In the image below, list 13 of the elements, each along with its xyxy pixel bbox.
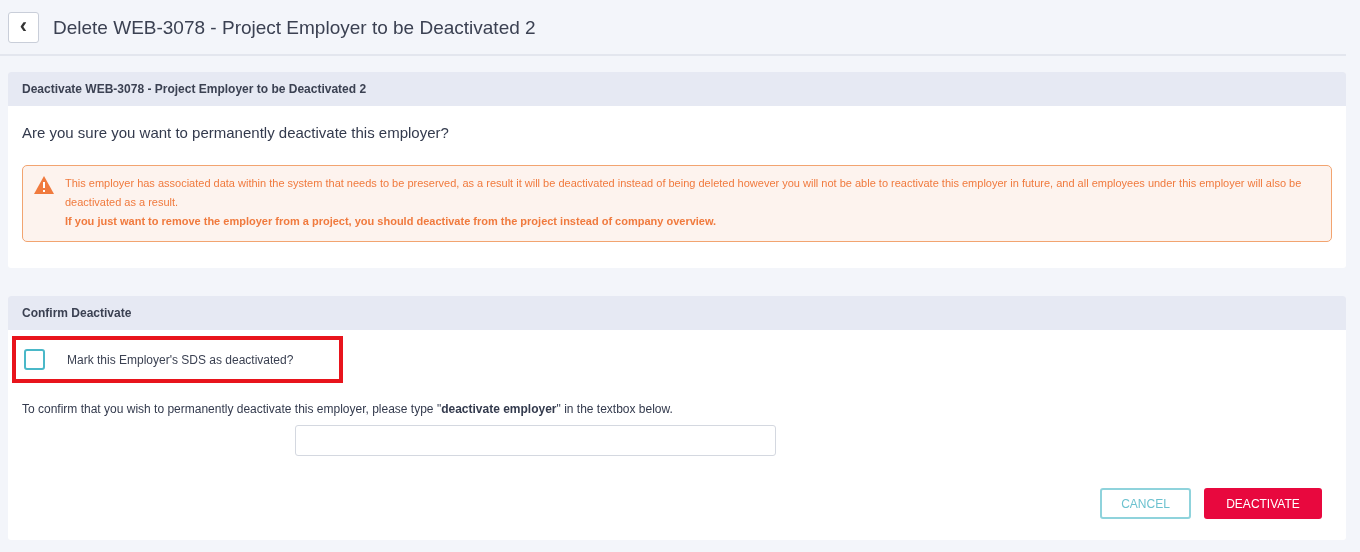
checkbox-label: Mark this Employer's SDS as deactivated? — [67, 352, 294, 367]
instruction-text: To confirm that you wish to permanently deactivate this employer, please type "deactivate employer" in the textbox below. — [21, 401, 674, 416]
back-button[interactable]: ‹ — [8, 12, 39, 43]
page-title: Delete WEB-3078 - Project Employer to be Deactivated 2 — [53, 16, 536, 39]
panel-header: Deactivate WEB-3078 - Project Employer to be Deactivated 2 — [8, 72, 1346, 106]
warning-emphasis: If you just want to remove the employer from a project, you should deactivate from the project instead of company overview. — [65, 214, 718, 229]
confirmation-input[interactable] — [295, 425, 776, 456]
panel-header: Confirm Deactivate — [8, 296, 1346, 330]
warning-text: This employer has associated data within the system that needs to be preserved, as a result it will be deactivated instead of being deleted however you will not be able to reactivate this employer in future, and all employees under this employer will also be deactivated as a result. — [65, 176, 1303, 210]
warning-icon — [33, 175, 55, 195]
confirmation-question: Are you sure you want to permanently deactivate this employer? — [21, 123, 450, 141]
checkbox[interactable] — [24, 349, 45, 370]
deactivate-button[interactable]: DEACTIVATE — [1204, 488, 1322, 519]
